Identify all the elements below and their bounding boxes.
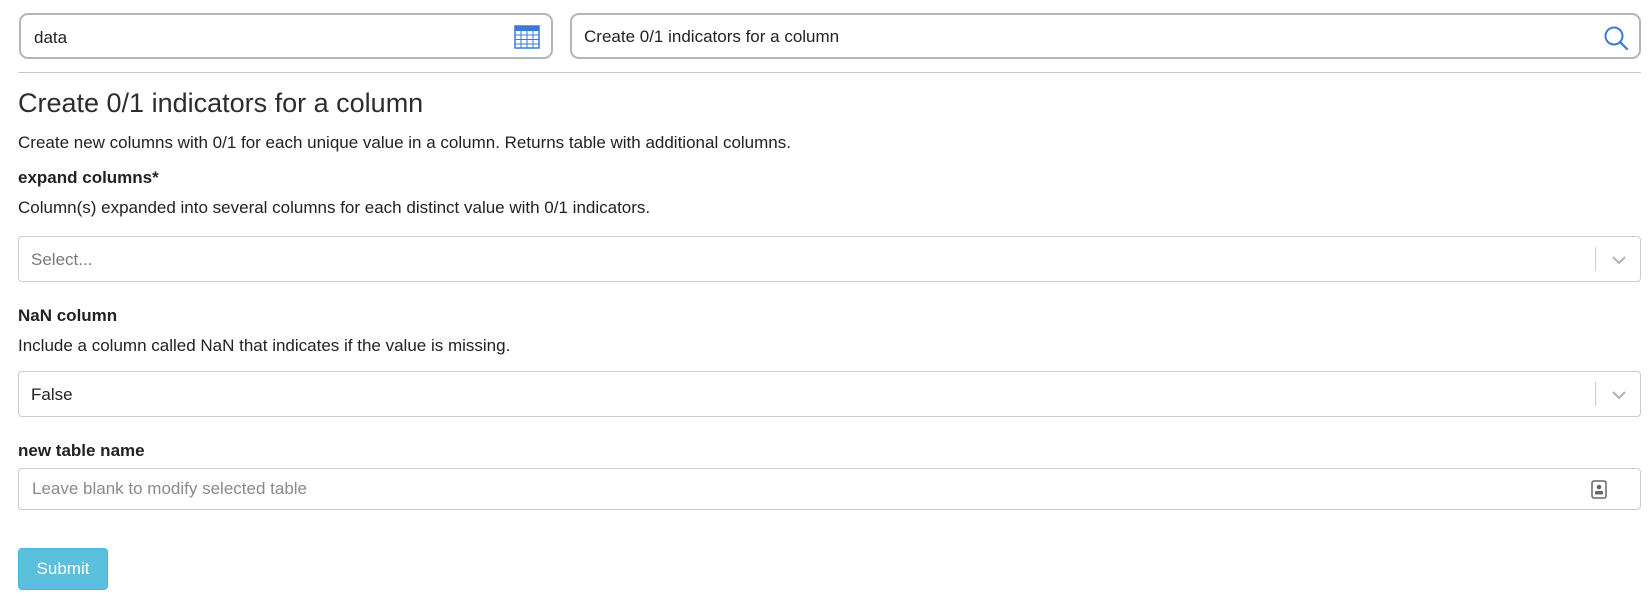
tool-search-input[interactable] (584, 23, 1584, 51)
form-title: Create 0/1 indicators for a column (18, 88, 424, 118)
select-separator (1595, 382, 1596, 406)
chevron-down-icon[interactable] (1610, 386, 1628, 404)
submit-button[interactable]: Submit (18, 548, 108, 590)
expand-columns-select[interactable]: Select... (18, 236, 1641, 282)
chevron-down-icon[interactable] (1610, 251, 1628, 269)
top-bar: data (19, 13, 1641, 59)
nan-column-select[interactable]: False (18, 371, 1641, 417)
new-table-name-field[interactable] (18, 468, 1641, 510)
search-icon[interactable] (1603, 25, 1629, 51)
expand-columns-help: Column(s) expanded into several columns … (18, 198, 651, 217)
nan-column-help: Include a column called NaN that indicat… (18, 336, 511, 355)
expand-columns-label: expand columns* (18, 168, 159, 187)
form-description: Create new columns with 0/1 for each uni… (18, 133, 791, 152)
nan-column-label: NaN column (18, 306, 118, 325)
new-table-name-label: new table name (18, 441, 145, 460)
table-selector[interactable]: data (19, 13, 553, 59)
nan-column-value: False (31, 385, 73, 404)
header-divider (18, 72, 1641, 73)
table-selector-value: data (34, 28, 68, 47)
contact-card-icon (1591, 480, 1607, 499)
select-separator (1595, 247, 1596, 271)
expand-columns-placeholder: Select... (31, 250, 93, 269)
tool-search-box[interactable] (570, 13, 1641, 59)
page: data Create 0/1 indicators for a column … (0, 0, 1650, 614)
table-grid-icon[interactable] (514, 25, 540, 49)
new-table-name-input[interactable] (32, 476, 1432, 502)
